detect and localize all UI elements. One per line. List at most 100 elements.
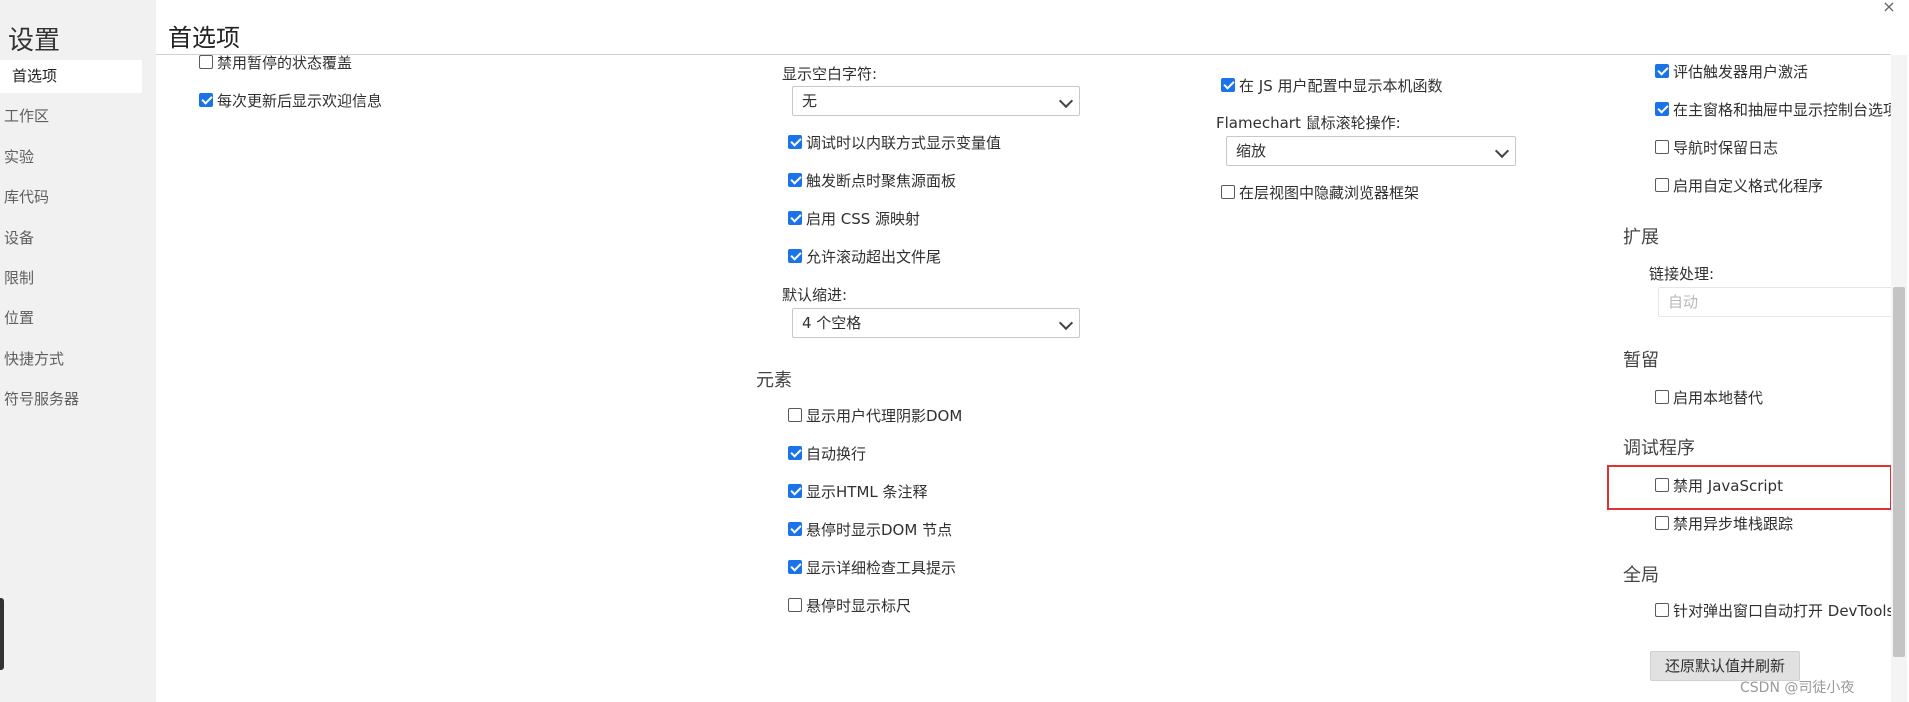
flamechart-value: 缩放 xyxy=(1236,142,1267,160)
scrollbar-thumb[interactable] xyxy=(1893,287,1905,657)
checkbox-box[interactable] xyxy=(788,560,802,574)
indent-label: 默认缩进: xyxy=(782,286,848,304)
settings-window: 设置 首选项 工作区 实验 库代码 设备 限制 位置 快捷方式 符号服务器 首选… xyxy=(0,0,1909,702)
checkbox-inline-variable-values[interactable]: 调试时以内联方式显示变量值 xyxy=(788,132,1001,152)
content-scrollbar[interactable] xyxy=(1891,55,1907,702)
sidebar: 设置 首选项 工作区 实验 库代码 设备 限制 位置 快捷方式 符号服务器 xyxy=(0,0,156,702)
sidebar-title: 设置 xyxy=(8,26,61,56)
checkbox-box[interactable] xyxy=(1655,390,1669,404)
checkbox-box[interactable] xyxy=(1655,516,1669,530)
column-4: 评估触发器用户激活 在主窗格和抽屉中显示控制台选项卡 导航时保留日志 启用自定义… xyxy=(1456,55,1891,695)
link-handling-label: 链接处理: xyxy=(1649,265,1715,283)
checkbox-css-source-maps[interactable]: 启用 CSS 源映射 xyxy=(788,208,920,228)
checkbox-show-rulers-on-hover[interactable]: 悬停时显示标尺 xyxy=(788,595,911,615)
sidebar-item-devices[interactable]: 设备 xyxy=(0,222,142,255)
sidebar-item-symbol-servers[interactable]: 符号服务器 xyxy=(0,383,142,416)
checkbox-label: 在主窗格和抽屉中显示控制台选项卡 xyxy=(1673,100,1891,119)
checkbox-box[interactable] xyxy=(788,598,802,612)
checkbox-disable-javascript[interactable]: 禁用 JavaScript xyxy=(1655,475,1783,495)
checkbox-disable-async-stack-traces[interactable]: 禁用异步堆栈跟踪 xyxy=(1655,513,1793,533)
checkbox-box[interactable] xyxy=(1221,78,1235,92)
checkbox-local-overrides[interactable]: 启用本地替代 xyxy=(1655,387,1763,407)
section-title-extensions: 扩展 xyxy=(1623,227,1659,248)
checkbox-label: 悬停时显示DOM 节点 xyxy=(806,520,953,539)
checkbox-box[interactable] xyxy=(1655,178,1669,192)
sidebar-item-workspace[interactable]: 工作区 xyxy=(0,100,142,133)
checkbox-box[interactable] xyxy=(788,249,802,263)
indent-value: 4 个空格 xyxy=(802,314,862,332)
checkbox-box[interactable] xyxy=(788,211,802,225)
checkbox-label: 评估触发器用户激活 xyxy=(1673,62,1809,81)
column-3: 在 JS 用户配置中显示本机函数 Flamechart 鼠标滚轮操作: 缩放 在… xyxy=(1056,55,1516,255)
preferences-content: 禁用暂停的状态覆盖 每次更新后显示欢迎信息 显示空白字符: 无 调试时以内联方式… xyxy=(156,55,1891,702)
checkbox-label: 禁用暂停的状态覆盖 xyxy=(217,55,353,72)
checkbox-label: 显示用户代理阴影DOM xyxy=(806,406,963,425)
checkbox-label: 启用本地替代 xyxy=(1673,388,1764,407)
checkbox-label: 导航时保留日志 xyxy=(1673,138,1779,157)
checkbox-show-shadow-dom[interactable]: 显示用户代理阴影DOM xyxy=(788,405,962,425)
sidebar-item-experiments[interactable]: 实验 xyxy=(0,141,142,174)
checkbox-box[interactable] xyxy=(1655,478,1669,492)
sidebar-resize-handle[interactable] xyxy=(0,598,4,670)
checkbox-detailed-inspect-tooltip[interactable]: 显示详细检查工具提示 xyxy=(788,557,956,577)
checkbox-box[interactable] xyxy=(788,522,802,536)
whitespace-label: 显示空白字符: xyxy=(782,65,878,83)
checkbox-box[interactable] xyxy=(1655,102,1669,116)
checkbox-label: 在 JS 用户配置中显示本机函数 xyxy=(1239,76,1443,95)
checkbox-show-native-functions[interactable]: 在 JS 用户配置中显示本机函数 xyxy=(1221,75,1442,95)
sidebar-item-throttling[interactable]: 限制 xyxy=(0,262,142,295)
checkbox-show-html-comments[interactable]: 显示HTML 条注释 xyxy=(788,481,928,501)
checkbox-label: 禁用异步堆栈跟踪 xyxy=(1673,514,1794,533)
checkbox-preserve-log[interactable]: 导航时保留日志 xyxy=(1655,137,1778,157)
checkbox-box[interactable] xyxy=(199,55,213,69)
section-title-elements: 元素 xyxy=(756,370,792,391)
checkbox-box[interactable] xyxy=(788,173,802,187)
checkbox-label: 调试时以内联方式显示变量值 xyxy=(806,133,1002,152)
watermark: CSDN @司徒小夜 xyxy=(1740,680,1855,696)
checkbox-box[interactable] xyxy=(1655,603,1669,617)
whitespace-select[interactable]: 无 xyxy=(792,86,1080,116)
section-title-global: 全局 xyxy=(1623,565,1659,586)
checkbox-disable-paused-overlay[interactable]: 禁用暂停的状态覆盖 xyxy=(199,55,352,72)
sidebar-item-shortcuts[interactable]: 快捷方式 xyxy=(0,343,142,376)
checkbox-box[interactable] xyxy=(788,135,802,149)
checkbox-box[interactable] xyxy=(1655,64,1669,78)
column-2: 显示空白字符: 无 调试时以内联方式显示变量值 触发断点时聚焦源面板 启用 CS… xyxy=(600,55,1100,695)
whitespace-value: 无 xyxy=(802,92,818,110)
checkbox-box[interactable] xyxy=(788,446,802,460)
checkbox-focus-sources-on-breakpoint[interactable]: 触发断点时聚焦源面板 xyxy=(788,170,956,190)
sidebar-item-preferences[interactable]: 首选项 xyxy=(0,60,142,93)
checkbox-box[interactable] xyxy=(1221,185,1235,199)
page-title: 首选项 xyxy=(168,24,240,52)
checkbox-label: 禁用 JavaScript xyxy=(1673,476,1783,495)
checkbox-label: 允许滚动超出文件尾 xyxy=(806,247,942,266)
checkbox-custom-formatters[interactable]: 启用自定义格式化程序 xyxy=(1655,175,1823,195)
checkbox-label: 启用自定义格式化程序 xyxy=(1673,176,1824,195)
flamechart-label: Flamechart 鼠标滚轮操作: xyxy=(1216,114,1401,132)
checkbox-reveal-dom-on-hover[interactable]: 悬停时显示DOM 节点 xyxy=(788,519,952,539)
checkbox-box[interactable] xyxy=(788,408,802,422)
checkbox-show-welcome[interactable]: 每次更新后显示欢迎信息 xyxy=(199,90,382,110)
checkbox-auto-open-devtools-popups[interactable]: 针对弹出窗口自动打开 DevTools xyxy=(1655,600,1891,620)
checkbox-box[interactable] xyxy=(199,93,213,107)
checkbox-label: 触发断点时聚焦源面板 xyxy=(806,171,957,190)
checkbox-label: 启用 CSS 源映射 xyxy=(806,209,921,228)
checkbox-eval-user-activation[interactable]: 评估触发器用户激活 xyxy=(1655,61,1808,81)
sidebar-item-locations[interactable]: 位置 xyxy=(0,302,142,335)
checkbox-label: 显示HTML 条注释 xyxy=(806,482,928,501)
section-title-debugger: 调试程序 xyxy=(1623,438,1695,459)
checkbox-word-wrap[interactable]: 自动换行 xyxy=(788,443,866,463)
section-title-persistence: 暂留 xyxy=(1623,350,1659,371)
close-icon[interactable]: × xyxy=(1880,0,1898,15)
checkbox-label: 自动换行 xyxy=(806,444,867,463)
checkbox-label: 悬停时显示标尺 xyxy=(806,596,912,615)
checkbox-box[interactable] xyxy=(1655,140,1669,154)
checkbox-box[interactable] xyxy=(788,484,802,498)
sidebar-item-ignore-list[interactable]: 库代码 xyxy=(0,181,142,214)
checkbox-label: 针对弹出窗口自动打开 DevTools xyxy=(1673,601,1891,620)
checkbox-hide-browser-frames[interactable]: 在层视图中隐藏浏览器框架 xyxy=(1221,182,1419,202)
link-handling-select[interactable]: 自动 xyxy=(1658,287,1891,317)
checkbox-console-tab-in-drawer[interactable]: 在主窗格和抽屉中显示控制台选项卡 xyxy=(1655,99,1891,119)
checkbox-scroll-past-end[interactable]: 允许滚动超出文件尾 xyxy=(788,246,941,266)
indent-select[interactable]: 4 个空格 xyxy=(792,308,1080,338)
